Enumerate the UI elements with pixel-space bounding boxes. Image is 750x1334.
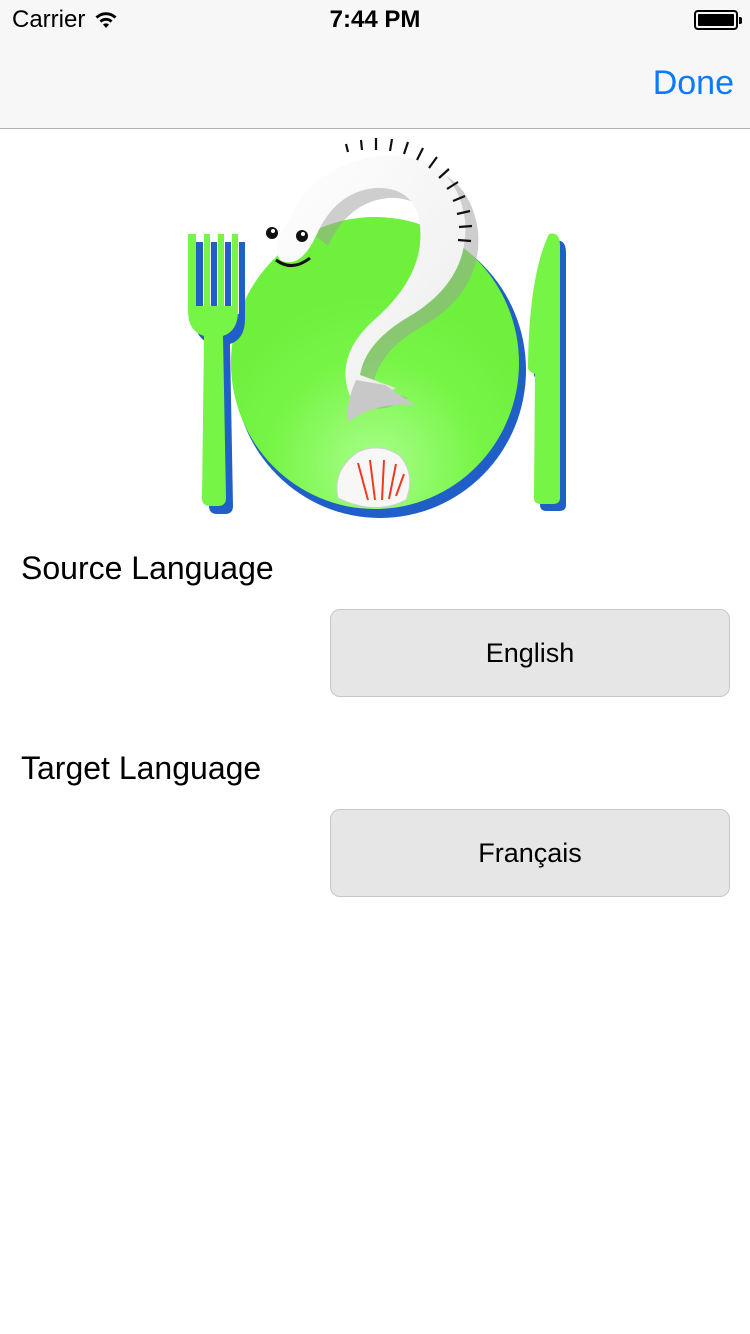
source-language-label: Source Language — [21, 550, 274, 586]
fish-question-mark-plate-logo — [188, 138, 566, 518]
navigation-bar: Carrier 7:44 PM Done — [0, 0, 750, 129]
battery-fill — [698, 14, 734, 26]
target-language-label: Target Language — [21, 750, 262, 786]
source-language-button[interactable]: English — [330, 609, 730, 697]
done-button[interactable]: Done — [653, 64, 734, 103]
knife-icon — [527, 233, 566, 511]
target-language-button[interactable]: Français — [330, 809, 730, 897]
status-time: 7:44 PM — [329, 6, 421, 33]
battery-full-icon — [694, 10, 742, 30]
screen: Carrier 7:44 PM Done Source Language Eng… — [0, 0, 750, 1334]
battery-tip — [739, 17, 742, 24]
